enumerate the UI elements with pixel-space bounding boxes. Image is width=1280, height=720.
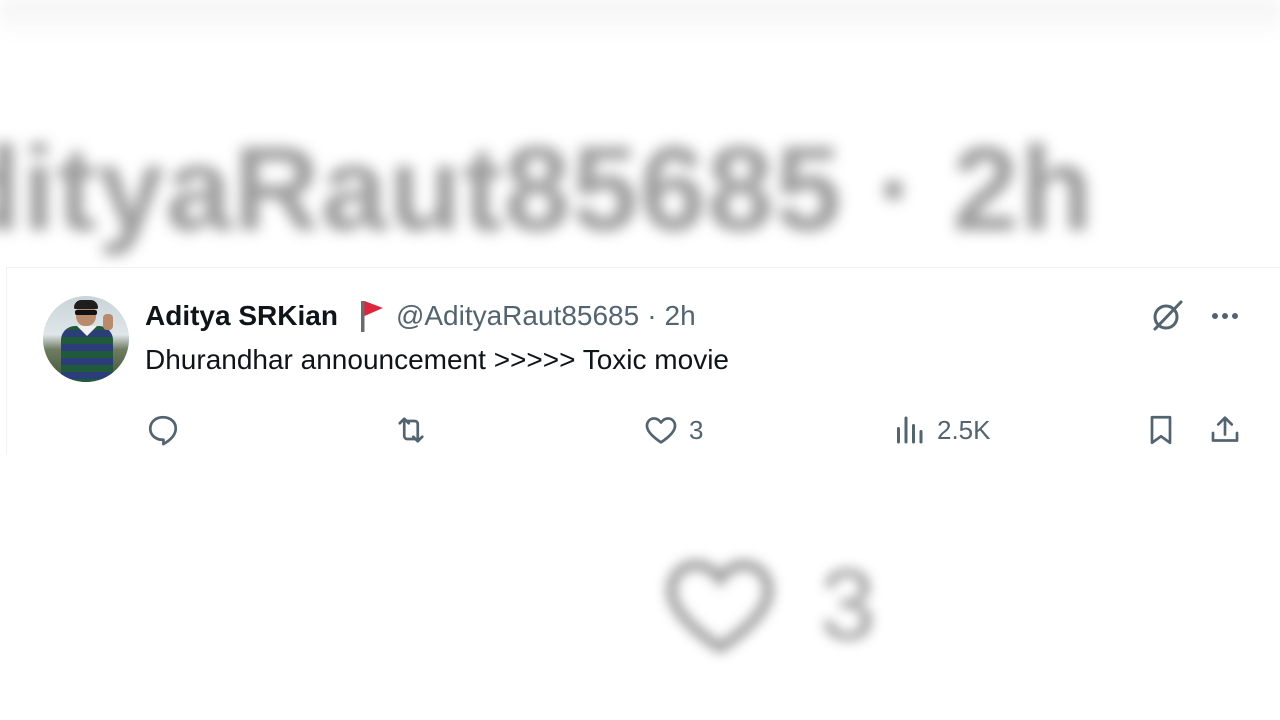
user-handle[interactable]: @AdityaRaut85685 <box>396 300 639 332</box>
red-flag-icon <box>360 301 383 332</box>
grok-button[interactable] <box>1147 296 1187 336</box>
blurred-top-strip <box>0 0 1280 40</box>
share-icon <box>1211 416 1239 442</box>
avatar-hand <box>103 314 113 330</box>
blurred-like-group: 3 <box>650 545 876 665</box>
screenshot-stage: dityaRaut85685 · 2h 3 Aditya SRKian @Adi… <box>0 0 1280 720</box>
share-button[interactable] <box>1207 408 1243 452</box>
avatar-glasses <box>75 310 97 315</box>
tweet-text: Dhurandhar announcement >>>>> Toxic movi… <box>145 344 729 375</box>
tweet-actions: 3 2.5K <box>7 408 1280 452</box>
more-button[interactable] <box>1205 296 1245 336</box>
reply-icon <box>148 415 178 446</box>
grok-icon <box>1153 300 1183 331</box>
avatar-cap <box>74 300 98 309</box>
views-count: 2.5K <box>937 414 991 445</box>
repost-icon <box>398 417 424 443</box>
tweet-header: Aditya SRKian @AdityaRaut85685 · 2h <box>145 298 696 334</box>
bookmark-icon <box>1150 415 1172 445</box>
more-icon <box>1212 313 1238 319</box>
views-icon <box>897 416 923 444</box>
display-name[interactable]: Aditya SRKian <box>145 300 338 332</box>
repost-button[interactable] <box>393 408 429 452</box>
blurred-heart-icon <box>666 559 774 654</box>
tweet-card[interactable]: Aditya SRKian @AdityaRaut85685 · 2h Dhur… <box>6 267 1280 455</box>
views-button[interactable]: 2.5K <box>891 408 991 452</box>
reply-button[interactable] <box>145 408 181 452</box>
bookmark-button[interactable] <box>1143 408 1179 452</box>
heart-icon <box>645 417 677 444</box>
like-button[interactable]: 3 <box>643 408 703 452</box>
blurred-like-count: 3 <box>820 548 876 661</box>
avatar[interactable] <box>43 296 129 382</box>
like-count: 3 <box>689 414 704 445</box>
blurred-handle-text: dityaRaut85685 · 2h <box>0 122 1095 256</box>
tweet-time[interactable]: 2h <box>665 300 696 332</box>
header-separator: · <box>647 300 657 331</box>
